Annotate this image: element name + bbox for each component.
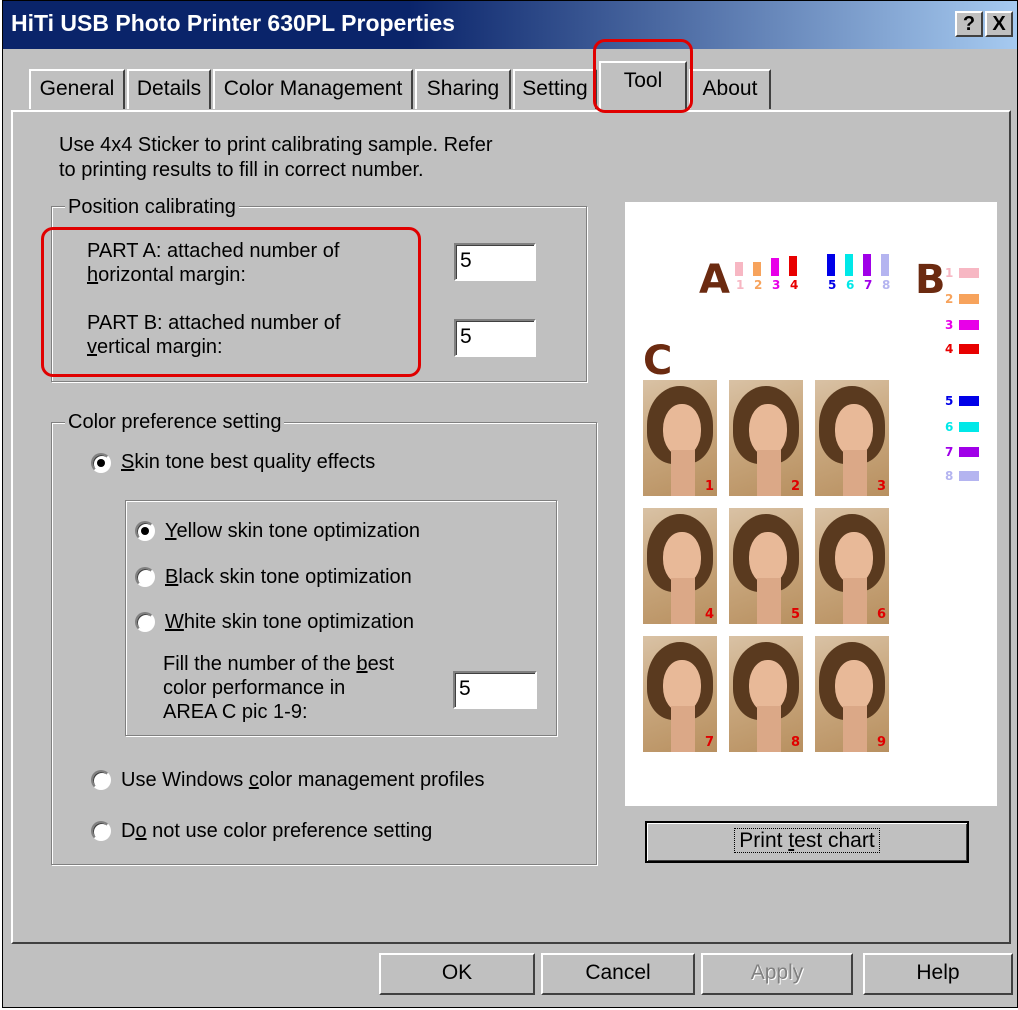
a-swatch-6 [845, 254, 853, 276]
fill-best-label-line-2: color performance in [163, 677, 346, 699]
apply-button[interactable]: Apply [701, 953, 853, 995]
a-num-2: 2 [754, 278, 763, 292]
black-skin-radio[interactable] [135, 567, 155, 587]
part-b-input[interactable]: 5 [454, 319, 536, 357]
tab-details[interactable]: Details [127, 69, 211, 109]
a-num-5: 5 [828, 278, 837, 292]
a-num-8: 8 [882, 278, 891, 292]
b-num-5: 5 [945, 394, 954, 408]
a-num-1: 1 [736, 278, 745, 292]
window-title: HiTi USB Photo Printer 630PL Properties [11, 10, 455, 36]
tab-setting[interactable]: Setting [513, 69, 597, 109]
windows-color-management-radio[interactable] [91, 770, 111, 790]
b-swatch-3 [959, 320, 979, 330]
sample-photo-6: 6 [815, 508, 889, 624]
no-color-preference-label: Do not use color preference setting [121, 820, 433, 842]
tab-sharing[interactable]: Sharing [415, 69, 511, 109]
intro-line-2: to printing results to fill in correct n… [59, 159, 424, 181]
title-bar[interactable]: HiTi USB Photo Printer 630PL Properties … [3, 1, 1017, 49]
b-swatch-2 [959, 294, 979, 304]
yellow-skin-label: Yellow skin tone optimization [165, 520, 420, 542]
yellow-skin-radio[interactable] [135, 521, 155, 541]
close-title-button[interactable]: X [985, 11, 1013, 37]
properties-dialog: HiTi USB Photo Printer 630PL Properties … [2, 0, 1018, 1008]
b-num-6: 6 [945, 420, 954, 434]
sample-photo-7: 7 [643, 636, 717, 752]
b-swatch-4 [959, 344, 979, 354]
skin-tone-radio[interactable] [91, 453, 111, 473]
tab-about[interactable]: About [689, 69, 771, 109]
best-color-input[interactable]: 5 [453, 671, 537, 709]
sample-photo-9: 9 [815, 636, 889, 752]
cancel-button[interactable]: Cancel [541, 953, 695, 995]
white-skin-label: White skin tone optimization [165, 611, 415, 633]
tool-tab-highlight [593, 39, 693, 113]
b-swatch-1 [959, 268, 979, 278]
a-num-6: 6 [846, 278, 855, 292]
color-preference-label: Color preference setting [65, 410, 285, 434]
sample-photo-5: 5 [729, 508, 803, 624]
sample-photo-1: 1 [643, 380, 717, 496]
help-button[interactable]: Help [863, 953, 1013, 995]
a-num-7: 7 [864, 278, 873, 292]
sample-photo-8: 8 [729, 636, 803, 752]
print-test-chart-button[interactable]: Print test chart [645, 821, 969, 863]
windows-color-management-label: Use Windows color management profiles [121, 769, 485, 791]
sample-photo-4: 4 [643, 508, 717, 624]
b-num-2: 2 [945, 292, 954, 306]
b-num-8: 8 [945, 469, 954, 483]
part-a-input[interactable]: 5 [454, 243, 536, 281]
a-swatch-5 [827, 254, 835, 276]
b-swatch-6 [959, 422, 979, 432]
skin-tone-label: Skin tone best quality effects [121, 451, 376, 473]
sample-photo-3: 3 [815, 380, 889, 496]
a-swatch-3 [771, 258, 779, 276]
a-swatch-8 [881, 254, 889, 276]
a-swatch-4 [789, 256, 797, 276]
area-c-letter: C [643, 338, 673, 384]
b-num-4: 4 [945, 342, 954, 356]
b-swatch-5 [959, 396, 979, 406]
a-swatch-1 [735, 262, 743, 276]
a-swatch-2 [753, 262, 761, 276]
tab-color-management[interactable]: Color Management [213, 69, 413, 109]
sample-photo-2: 2 [729, 380, 803, 496]
area-a-letter: A [699, 257, 730, 303]
a-num-3: 3 [772, 278, 781, 292]
no-color-preference-radio[interactable] [91, 821, 111, 841]
calibration-preview: A B C 1 2 3 4 5 6 7 8 1 2 3 4 5 6 7 8 1 … [625, 202, 997, 806]
help-title-button[interactable]: ? [955, 11, 983, 37]
black-skin-label: Black skin tone optimization [165, 566, 412, 588]
b-swatch-8 [959, 471, 979, 481]
fill-best-label-line-3: AREA C pic 1-9: [163, 701, 308, 723]
tab-general[interactable]: General [29, 69, 125, 109]
white-skin-radio[interactable] [135, 612, 155, 632]
b-num-7: 7 [945, 445, 954, 459]
ok-button[interactable]: OK [379, 953, 535, 995]
intro-line-1: Use 4x4 Sticker to print calibrating sam… [59, 134, 493, 156]
area-b-letter: B [915, 257, 946, 303]
b-num-1: 1 [945, 266, 954, 280]
fill-best-label-line-1: Fill the number of the best [163, 653, 395, 675]
position-fields-highlight [41, 227, 421, 377]
b-swatch-7 [959, 447, 979, 457]
b-num-3: 3 [945, 318, 954, 332]
position-calibrating-label: Position calibrating [65, 195, 239, 219]
a-swatch-7 [863, 254, 871, 276]
a-num-4: 4 [790, 278, 799, 292]
